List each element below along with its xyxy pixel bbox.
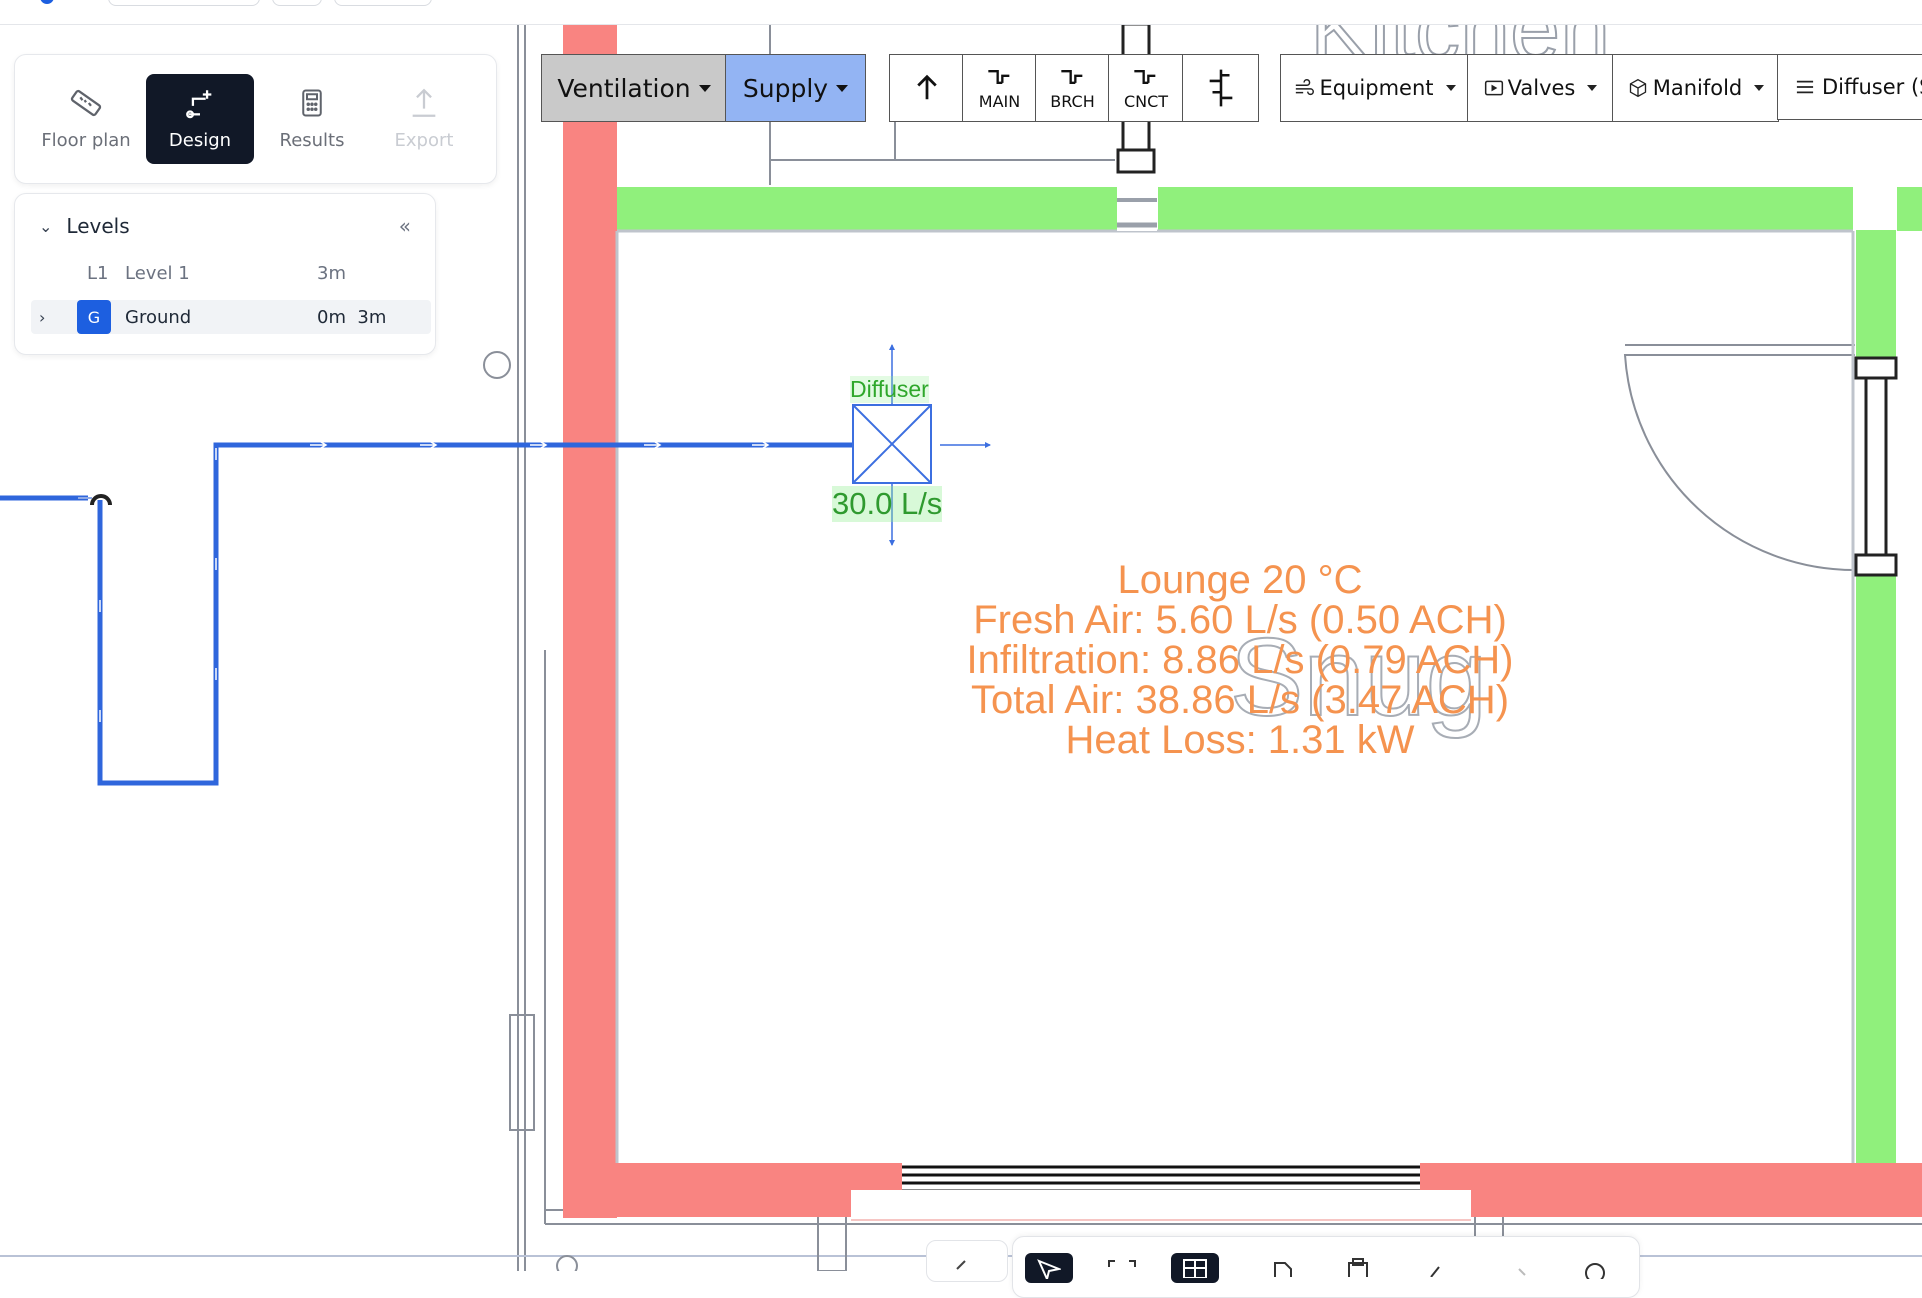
levels-panel: ⌄ Levels « L1 Level 1 3m › G Ground 0m 3… [14, 193, 436, 355]
manifold-label: Manifold [1652, 76, 1743, 100]
top-bar-control[interactable] [334, 0, 432, 6]
wall-segment [1158, 187, 1853, 231]
wall-segment [617, 187, 1117, 231]
design-pipe-icon [186, 90, 212, 119]
chevron-down-icon [698, 84, 711, 92]
chevron-down-icon [1445, 85, 1456, 91]
level-name: Ground [125, 306, 192, 328]
menu-icon [1796, 80, 1814, 94]
calculator-icon [302, 89, 322, 117]
tab-design[interactable]: Design [146, 74, 254, 164]
tab-design-label: Design [168, 130, 232, 151]
wall-segment [1856, 575, 1896, 1163]
room-info-block: Lounge 20 °C Fresh Air: 5.60 L/s (0.50 A… [930, 560, 1550, 760]
level-height: 3m [317, 262, 346, 284]
export-icon [412, 88, 436, 117]
room-total-air: Total Air: 38.86 L/s (3.47 ACH) [970, 678, 1510, 722]
chevron-down-icon [1587, 85, 1598, 91]
branch-pipe-label: BRCH [1050, 91, 1095, 111]
arrow-up-icon [916, 74, 937, 100]
layout-tool-button[interactable] [1171, 1253, 1219, 1283]
box-icon [1629, 78, 1646, 98]
level-name: Level 1 [125, 262, 190, 284]
airflow-icon [1295, 79, 1314, 96]
bottom-window[interactable] [851, 1163, 1471, 1221]
paste-icon[interactable] [1343, 1257, 1373, 1277]
top-app-bar [0, 0, 1922, 25]
branch-pipe-icon [1060, 69, 1082, 84]
tab-results[interactable]: Results [258, 74, 366, 164]
branch-pipe-button[interactable]: BRCH [1035, 54, 1110, 122]
connect-pipe-button[interactable]: CNCT [1108, 54, 1184, 122]
tab-results-label: Results [279, 130, 345, 151]
app-logo-icon [40, 0, 54, 4]
ruler-icon [70, 89, 102, 117]
room-infiltration: Infiltration: 8.86 L/s (0.79 ACH) [966, 638, 1514, 682]
room-name-temp: Lounge 20 °C [1117, 558, 1363, 602]
diffuser-dropdown[interactable]: Diffuser (S [1777, 54, 1922, 120]
equipment-label: Equipment [1319, 76, 1434, 100]
supply-duct[interactable] [0, 442, 855, 786]
room-fresh-air: Fresh Air: 5.60 L/s (0.50 ACH) [973, 598, 1507, 642]
wall-segment [1897, 187, 1922, 231]
manifold-dropdown[interactable]: Manifold [1612, 54, 1779, 122]
top-bar-control[interactable] [272, 0, 322, 6]
flow-dropdown-label: Supply [742, 73, 829, 103]
system-dropdown-label: Ventilation [557, 73, 691, 103]
level-badge: G [77, 300, 111, 334]
wall-segment [563, 210, 617, 1218]
copy-icon[interactable] [1269, 1257, 1299, 1277]
collapse-panel-icon[interactable]: « [399, 214, 411, 238]
connect-pipe-icon [1134, 69, 1156, 84]
diffuser-dropdown-label: Diffuser (S [1822, 75, 1922, 99]
equipment-dropdown[interactable]: Equipment [1280, 54, 1469, 122]
riser-icon [1209, 69, 1232, 107]
chevron-down-icon [836, 84, 849, 92]
connect-pipe-label: CNCT [1123, 91, 1169, 111]
floor-plan-canvas[interactable]: Kitchen Snug Diffuser 30.0 L/s Lounge 20… [0, 0, 1922, 1271]
valves-dropdown[interactable]: Valves [1467, 54, 1614, 122]
main-pipe-icon [987, 69, 1009, 84]
level-code: L1 [87, 262, 109, 284]
flow-dropdown[interactable]: Supply [725, 54, 866, 122]
level-row-ground[interactable]: › G Ground 0m 3m [31, 300, 431, 334]
duct-flow-arrows [99, 441, 770, 722]
levels-header[interactable]: ⌄ Levels [39, 214, 130, 238]
riser-button[interactable] [1182, 54, 1259, 122]
level-height: 0m 3m [317, 306, 387, 328]
tab-export[interactable]: Export [370, 74, 478, 164]
tab-export-label: Export [394, 130, 454, 151]
check-icon[interactable] [951, 1251, 981, 1271]
fit-view-icon[interactable] [1107, 1259, 1137, 1279]
select-arrow-button[interactable] [889, 54, 964, 122]
bottom-toolbar-left [926, 1240, 1008, 1282]
valves-label: Valves [1507, 76, 1576, 100]
valve-icon [1484, 80, 1503, 96]
tab-floor-plan[interactable]: Floor plan [32, 74, 140, 164]
diffuser-flow-label: 30.0 L/s [832, 486, 943, 522]
level-row-l1[interactable]: L1 Level 1 3m [31, 256, 431, 290]
main-pipe-button[interactable]: MAIN [962, 54, 1037, 122]
pointer-icon [1037, 1259, 1061, 1279]
system-dropdown[interactable]: Ventilation [541, 54, 727, 122]
chevron-down-icon[interactable]: ⌄ [39, 217, 52, 236]
chevron-down-icon [1754, 85, 1765, 91]
levels-title: Levels [66, 214, 130, 238]
chevron-right-icon[interactable]: › [39, 308, 45, 327]
zoom-icon[interactable] [1581, 1259, 1611, 1279]
top-bar-control[interactable] [108, 0, 260, 6]
select-tool-button[interactable] [1025, 1253, 1073, 1283]
diffuser-label: Diffuser [850, 376, 929, 403]
main-pipe-label: MAIN [978, 91, 1021, 111]
undo-icon[interactable] [1423, 1257, 1453, 1277]
redo-icon[interactable] [1509, 1257, 1539, 1277]
right-window[interactable] [1854, 356, 1898, 577]
wall-segment [1856, 230, 1896, 360]
mode-panel: Floor plan Design Results Export [14, 54, 497, 184]
room-heat-loss: Heat Loss: 1.31 kW [1065, 718, 1415, 762]
tab-floor-plan-label: Floor plan [41, 130, 131, 151]
bottom-toolbar [1012, 1236, 1640, 1298]
grid-icon [1183, 1259, 1207, 1278]
